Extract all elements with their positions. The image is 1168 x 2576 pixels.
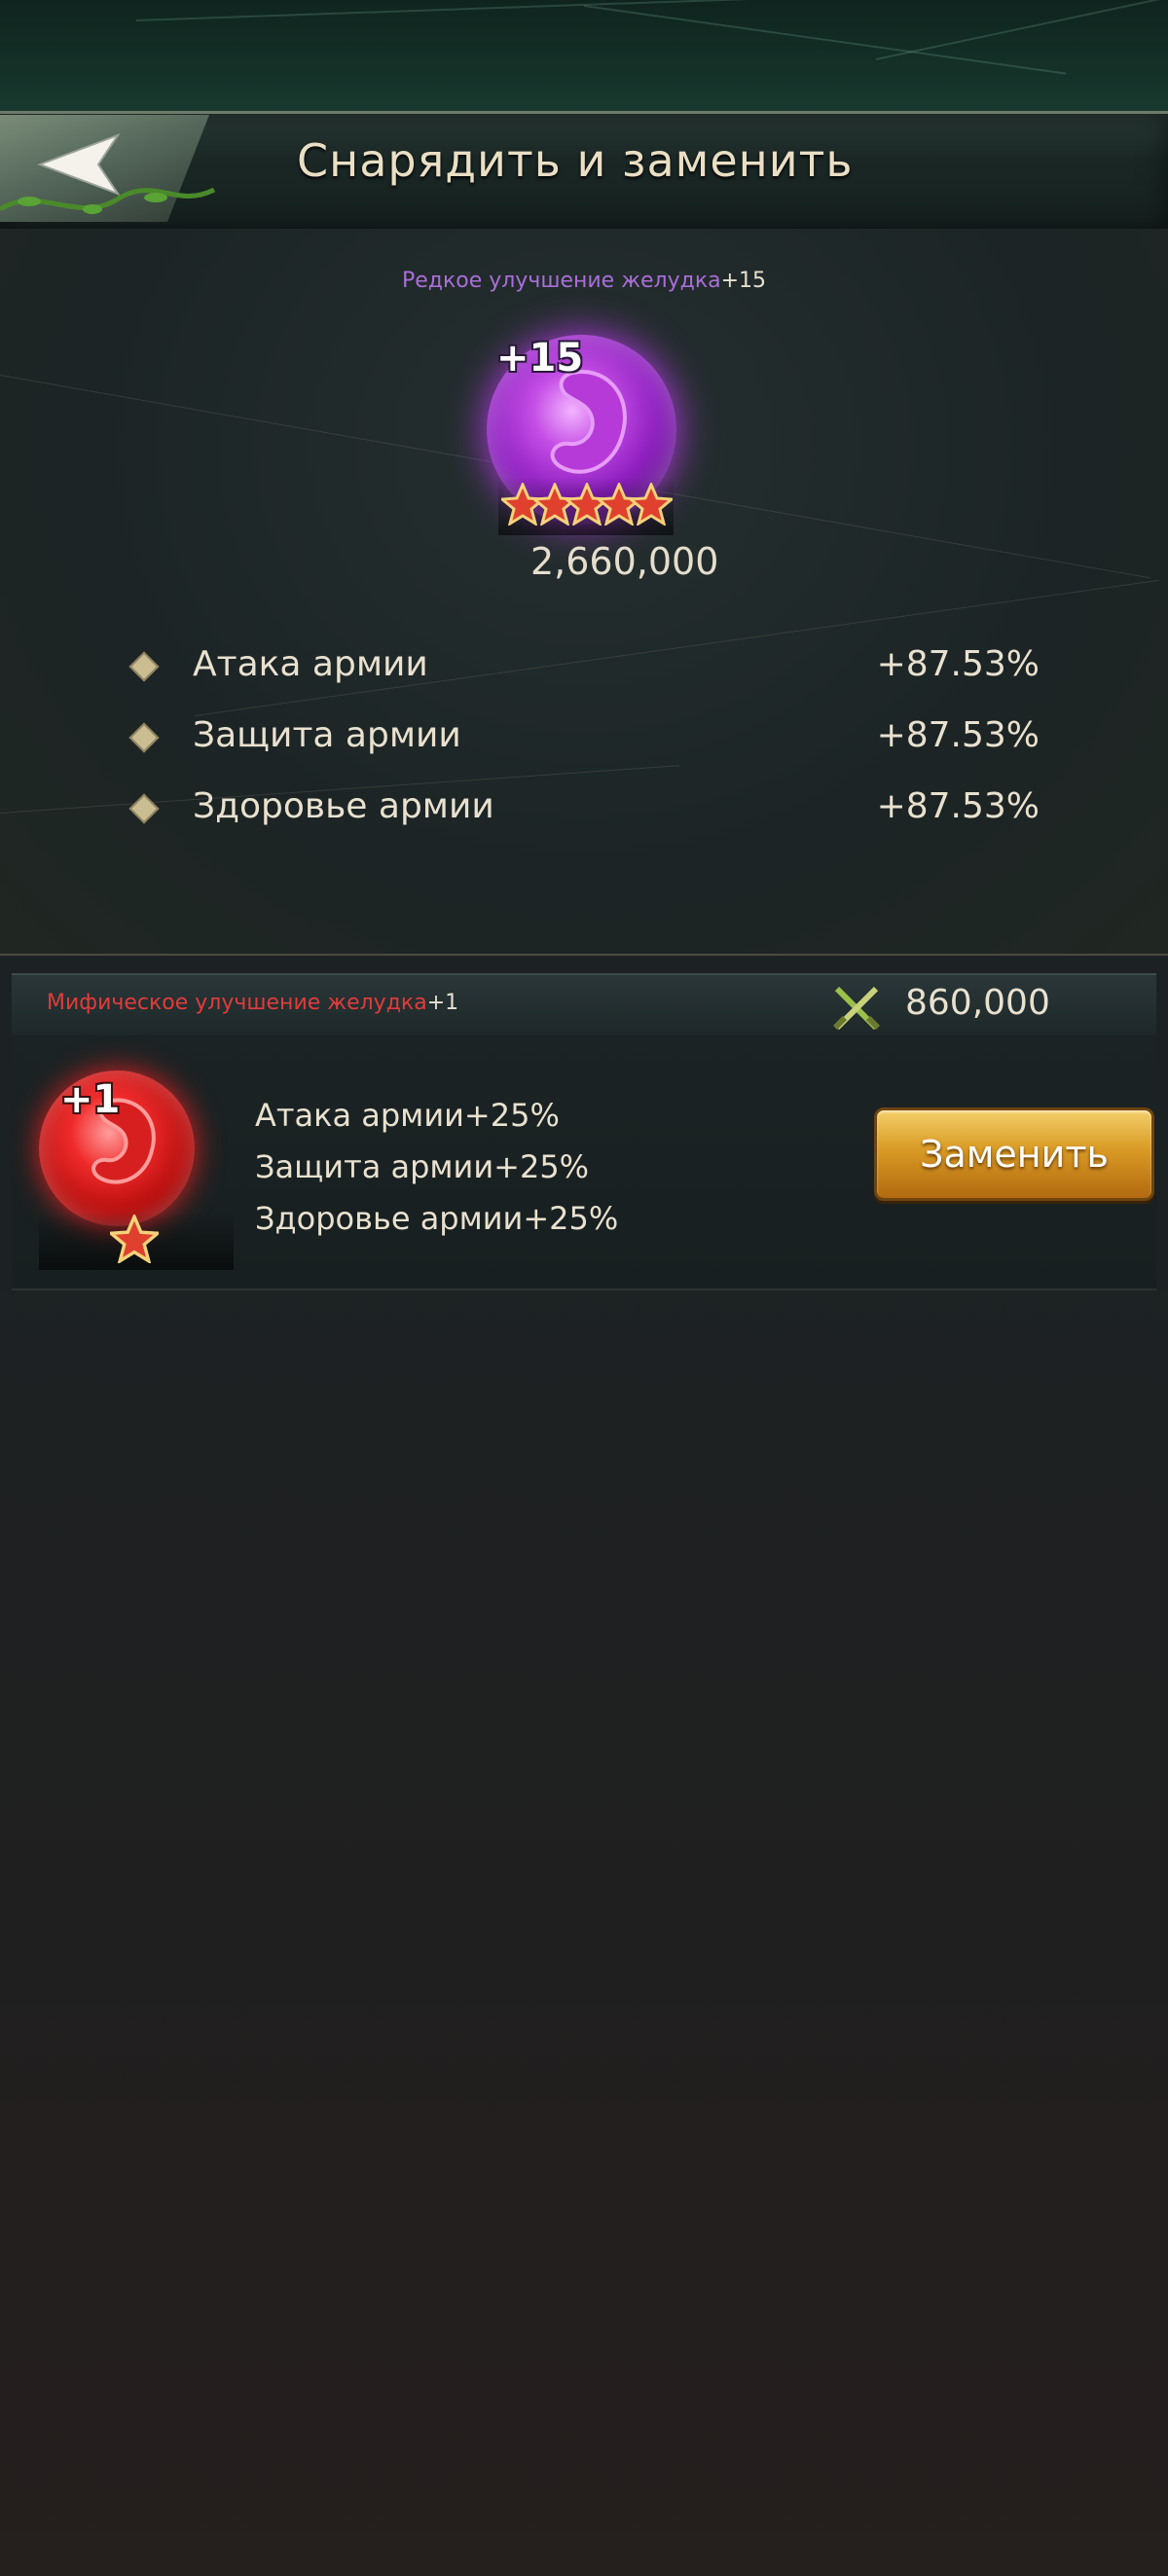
candidate-power: 860,000 bbox=[905, 983, 1050, 1023]
candidate-item-name: Мифическое улучшение желудка+1 bbox=[47, 991, 459, 1015]
equipped-level-badge: +15 bbox=[496, 336, 584, 381]
crossed-swords-icon bbox=[832, 986, 881, 1031]
equipped-power: 2,660,000 bbox=[530, 540, 719, 583]
stat-name: Атака армии bbox=[193, 644, 428, 684]
candidate-bonus-defense: Защита армии+25% bbox=[255, 1148, 590, 1185]
vine-decoration bbox=[0, 187, 216, 214]
candidate-bonus-attack: Атака армии+25% bbox=[255, 1097, 560, 1134]
equipped-item-name: Редкое улучшение желудка+15 bbox=[401, 269, 767, 293]
replace-button[interactable]: Заменить bbox=[874, 1107, 1154, 1201]
stat-row-health: Здоровье армии +87.53% bbox=[0, 780, 1168, 839]
stat-value: +87.53% bbox=[876, 786, 1040, 826]
stat-name: Защита армии bbox=[193, 715, 461, 755]
stat-value: +87.53% bbox=[876, 715, 1040, 755]
diamond-bullet-icon bbox=[128, 651, 160, 682]
stat-value: +87.53% bbox=[876, 644, 1040, 684]
page-title: Снарядить и заменить bbox=[297, 134, 854, 187]
stat-row-attack: Атака армии +87.53% bbox=[0, 638, 1168, 697]
top-background bbox=[0, 0, 1168, 117]
diamond-bullet-icon bbox=[128, 793, 160, 824]
star-icon bbox=[110, 1215, 159, 1263]
star-icon bbox=[630, 483, 673, 526]
stat-row-defense: Защита армии +87.53% bbox=[0, 709, 1168, 768]
candidate-level-badge: +1 bbox=[60, 1077, 121, 1122]
candidate-bonus-health: Здоровье армии+25% bbox=[255, 1200, 619, 1237]
diamond-bullet-icon bbox=[128, 722, 160, 753]
stat-name: Здоровье армии bbox=[193, 786, 494, 826]
